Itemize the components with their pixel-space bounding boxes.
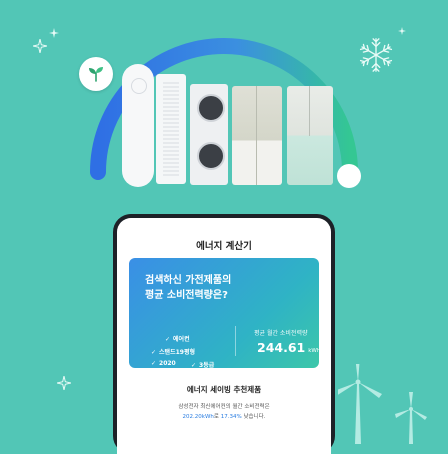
sparkle-icon (57, 376, 71, 390)
washer-door (197, 142, 225, 170)
consumption-card: 검색하신 가전제품의 평균 소비전력량은? ✓ 에어컨 ✓ 스탠드19평형 ✓ 202… (129, 258, 321, 369)
washer-dryer-image (190, 84, 228, 185)
kimchi-refrigerator-image (287, 86, 333, 185)
wind-turbine-icon (338, 364, 427, 444)
snowflake-icon (359, 38, 393, 72)
arc-end-knob (337, 164, 361, 188)
leaf-icon (89, 67, 103, 82)
check-icon: ✓ (151, 349, 157, 356)
sparkle-icon (33, 39, 47, 53)
average-value: 244.61 kWh (257, 340, 321, 355)
recommend-title: 에너지 세이빙 추천제품 (186, 385, 262, 394)
spec-item: ✓ 3등급 (191, 362, 215, 369)
air-purifier-image (156, 74, 186, 184)
check-icon: ✓ (165, 336, 171, 343)
check-icon: ✓ (191, 362, 197, 369)
average-label: 평균 월간 소비전력량 (254, 330, 308, 337)
sparkle-icon (49, 28, 59, 38)
recommend-description: 삼성전자 최신에어컨의 월간 소비전력은 202.20kWh로 17.34% 낮… (178, 404, 270, 420)
check-icon: ✓ (151, 360, 157, 367)
question-text: 검색하신 가전제품의 평균 소비전력량은? (145, 275, 232, 301)
energy-banner: 에너지 계산기 검색하신 가전제품의 평균 소비전력량은? ✓ 에어컨 ✓ 스탠드1… (0, 0, 448, 454)
dryer-door (197, 94, 225, 122)
air-conditioner-image (122, 64, 154, 187)
card-divider (235, 326, 236, 356)
calculator-title: 에너지 계산기 (196, 241, 252, 252)
spec-item: ✓ 스탠드19평형 (151, 349, 195, 356)
phone-screen: 에너지 계산기 검색하신 가전제품의 평균 소비전력량은? ✓ 에어컨 ✓ 스탠드1… (117, 218, 331, 454)
refrigerator-image (232, 86, 282, 185)
eco-badge (79, 57, 113, 91)
phone-mockup: 에너지 계산기 검색하신 가전제품의 평균 소비전력량은? ✓ 에어컨 ✓ 스탠드1… (113, 214, 335, 454)
sparkle-icon (398, 27, 406, 35)
spec-item: ✓ 에어컨 (165, 336, 190, 343)
spec-item: ✓ 2020 (151, 360, 176, 367)
